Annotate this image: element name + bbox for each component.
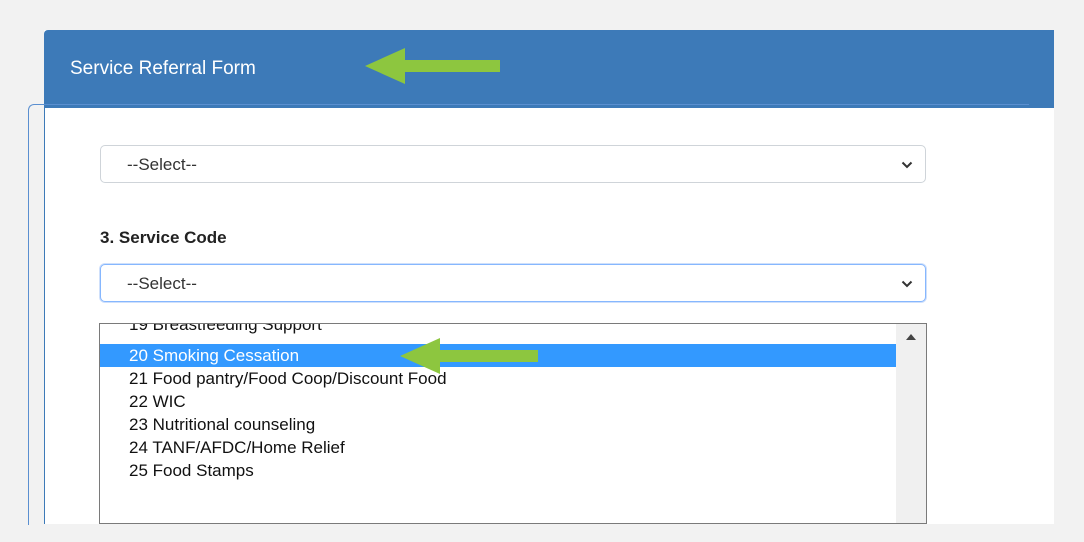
green-arrow-annotation bbox=[400, 338, 538, 374]
dropdown-option[interactable]: 19 Breastfeeding Support bbox=[100, 324, 896, 336]
chevron-down-icon bbox=[901, 161, 913, 169]
panel-header: Service Referral Form bbox=[44, 30, 1054, 108]
dropdown-option[interactable]: 23 Nutritional counseling bbox=[100, 413, 896, 436]
service-code-select[interactable]: --Select-- bbox=[100, 264, 926, 302]
service-code-label: 3. Service Code bbox=[100, 228, 227, 247]
scroll-up-arrow-icon[interactable] bbox=[906, 334, 916, 340]
chevron-down-icon bbox=[901, 280, 913, 288]
dropdown-option[interactable]: 22 WIC bbox=[100, 390, 896, 413]
dropdown-option[interactable]: 24 TANF/AFDC/Home Relief bbox=[100, 436, 896, 459]
select-value: --Select-- bbox=[127, 155, 197, 174]
select-previous-field[interactable]: --Select-- bbox=[100, 145, 926, 183]
select-value: --Select-- bbox=[127, 274, 197, 293]
page-title: Service Referral Form bbox=[70, 58, 256, 79]
dropdown-scrollbar[interactable] bbox=[896, 324, 926, 523]
dropdown-option[interactable]: 25 Food Stamps bbox=[100, 459, 896, 482]
scrollbar-track[interactable] bbox=[898, 346, 924, 516]
green-arrow-annotation bbox=[365, 48, 500, 84]
